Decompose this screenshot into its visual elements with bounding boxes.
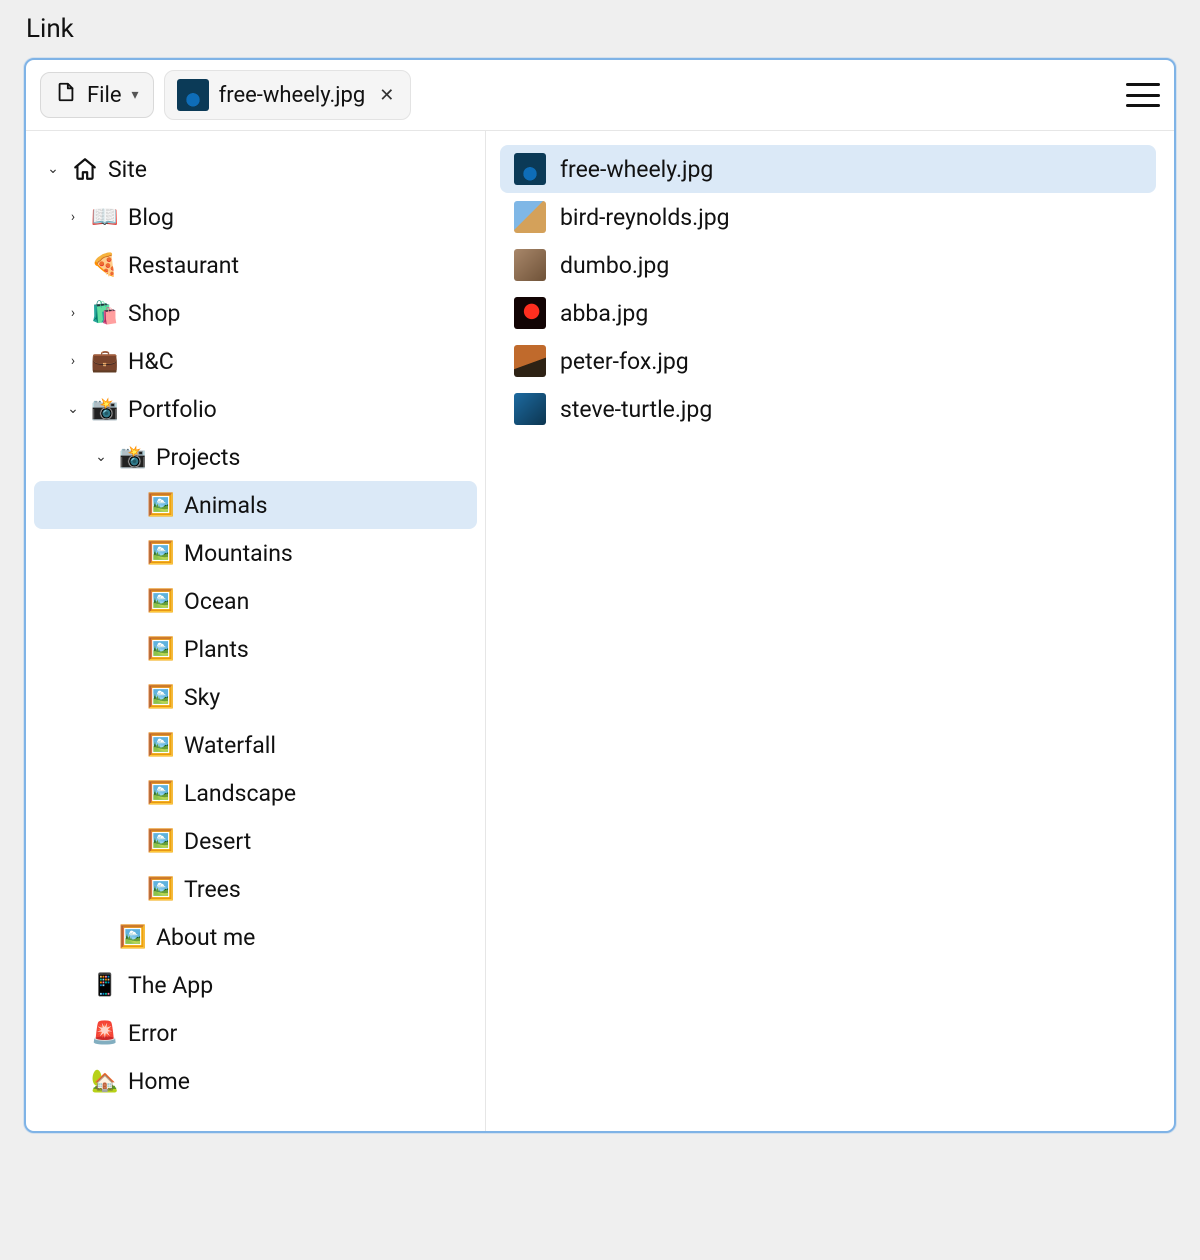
tree-item-sky[interactable]: 🖼️ Sky [34, 673, 477, 721]
tree-item-label: Projects [156, 444, 240, 471]
tree-item-label: Blog [128, 204, 174, 231]
file-item[interactable]: peter-fox.jpg [500, 337, 1156, 385]
tree-item-label: Restaurant [128, 252, 239, 279]
close-icon[interactable]: ✕ [375, 85, 398, 106]
tree-item-icon: 🖼️ [148, 685, 174, 710]
tree-item-restaurant[interactable]: 🍕 Restaurant [34, 241, 477, 289]
chevron-down-icon[interactable]: ⌄ [64, 401, 82, 417]
tree-item-icon: 🖼️ [120, 925, 146, 950]
tree-item-icon: 📸 [92, 397, 118, 422]
tree-item-projects[interactable]: ⌄ 📸 Projects [34, 433, 477, 481]
tree-item-label: Shop [128, 300, 180, 327]
file-list: free-wheely.jpg bird-reynolds.jpg dumbo.jp… [486, 131, 1174, 1131]
tree-item-theapp[interactable]: 📱 The App [34, 961, 477, 1009]
tree-item-label: Waterfall [184, 732, 276, 759]
file-thumbnail [514, 249, 546, 281]
file-thumbnail [514, 345, 546, 377]
tree-item-icon: 📱 [92, 973, 118, 998]
tree-item-ocean[interactable]: 🖼️ Ocean [34, 577, 477, 625]
chevron-right-icon[interactable]: › [64, 353, 82, 369]
menu-button[interactable] [1126, 81, 1160, 109]
tree-item-error[interactable]: 🚨 Error [34, 1009, 477, 1057]
tree-item-desert[interactable]: 🖼️ Desert [34, 817, 477, 865]
file-name: dumbo.jpg [560, 252, 669, 279]
tree-item-icon: 🍕 [92, 253, 118, 278]
file-name: free-wheely.jpg [560, 156, 713, 183]
tree-item-label: Sky [184, 684, 220, 711]
toolbar: File ▾ free-wheely.jpg ✕ [26, 60, 1174, 131]
tree-item-icon: 📖 [92, 205, 118, 230]
tree-item-label: Portfolio [128, 396, 217, 423]
tree-item-icon: 🖼️ [148, 733, 174, 758]
file-item[interactable]: dumbo.jpg [500, 241, 1156, 289]
tree-item-shop[interactable]: › 🛍️ Shop [34, 289, 477, 337]
file-name: bird-reynolds.jpg [560, 204, 730, 231]
tree-item-label: Home [128, 1068, 190, 1095]
tree-item-icon: 🖼️ [148, 541, 174, 566]
tree-item-mountains[interactable]: 🖼️ Mountains [34, 529, 477, 577]
page-icon [55, 81, 77, 109]
tree-item-plants[interactable]: 🖼️ Plants [34, 625, 477, 673]
tree-item-label: Site [108, 156, 147, 183]
file-type-dropdown[interactable]: File ▾ [40, 72, 154, 118]
tree-item-icon: 🖼️ [148, 637, 174, 662]
chevron-down-icon[interactable]: ⌄ [92, 449, 110, 465]
chevron-right-icon[interactable]: › [64, 305, 82, 321]
file-thumbnail [514, 201, 546, 233]
tree-item-label: H&C [128, 348, 174, 375]
tree-item-label: Desert [184, 828, 251, 855]
tree-item-icon: 🛍️ [92, 301, 118, 326]
dialog-title: Link [26, 14, 1176, 44]
tree-item-icon: 🖼️ [148, 781, 174, 806]
chevron-right-icon[interactable]: › [64, 209, 82, 225]
tab-filename: free-wheely.jpg [219, 83, 366, 108]
tree-item-aboutme[interactable]: 🖼️ About me [34, 913, 477, 961]
tree-item-label: The App [128, 972, 213, 999]
file-name: abba.jpg [560, 300, 648, 327]
chevron-down-icon[interactable]: ⌄ [44, 161, 62, 177]
file-type-label: File [87, 83, 122, 108]
tree-item-label: Ocean [184, 588, 249, 615]
tree-item-trees[interactable]: 🖼️ Trees [34, 865, 477, 913]
tree-item-animals[interactable]: 🖼️ Animals [34, 481, 477, 529]
tree-item-hc[interactable]: › 💼 H&C [34, 337, 477, 385]
tree-item-icon: 🖼️ [148, 829, 174, 854]
link-dialog: File ▾ free-wheely.jpg ✕ ⌄ Site › 📖 Blog 🍕 Res… [24, 58, 1176, 1133]
tree-item-label: Mountains [184, 540, 293, 567]
file-thumbnail [514, 153, 546, 185]
tree-item-label: Error [128, 1020, 177, 1047]
tree-item-waterfall[interactable]: 🖼️ Waterfall [34, 721, 477, 769]
tree-item-icon: 🏡 [92, 1069, 118, 1094]
file-thumbnail [514, 393, 546, 425]
tree-item-icon: 🖼️ [148, 493, 174, 518]
tree-item-icon: 💼 [92, 349, 118, 374]
tree-item-home[interactable]: 🏡 Home [34, 1057, 477, 1105]
tree-item-icon: 📸 [120, 445, 146, 470]
chevron-down-icon: ▾ [132, 87, 139, 103]
open-file-tab[interactable]: free-wheely.jpg ✕ [164, 70, 412, 120]
tree-item-icon: 🚨 [92, 1021, 118, 1046]
file-name: steve-turtle.jpg [560, 396, 712, 423]
tree-item-icon: 🖼️ [148, 589, 174, 614]
file-item[interactable]: bird-reynolds.jpg [500, 193, 1156, 241]
tree-item-blog[interactable]: › 📖 Blog [34, 193, 477, 241]
tree-item-icon: 🖼️ [148, 877, 174, 902]
tree-item-portfolio[interactable]: ⌄ 📸 Portfolio [34, 385, 477, 433]
tree-item-label: Trees [184, 876, 241, 903]
tree-item-label: Animals [184, 492, 267, 519]
file-item[interactable]: abba.jpg [500, 289, 1156, 337]
home-icon [72, 156, 98, 182]
tree-item-landscape[interactable]: 🖼️ Landscape [34, 769, 477, 817]
tab-thumbnail [177, 79, 209, 111]
page-tree: ⌄ Site › 📖 Blog 🍕 Restaurant › 🛍️ Shop › 💼 H&C ⌄ 📸 Port… [26, 131, 486, 1131]
tree-item-label: About me [156, 924, 255, 951]
tree-item-site[interactable]: ⌄ Site [34, 145, 477, 193]
file-item[interactable]: free-wheely.jpg [500, 145, 1156, 193]
file-thumbnail [514, 297, 546, 329]
tree-item-label: Plants [184, 636, 249, 663]
tree-item-label: Landscape [184, 780, 296, 807]
file-name: peter-fox.jpg [560, 348, 689, 375]
file-item[interactable]: steve-turtle.jpg [500, 385, 1156, 433]
